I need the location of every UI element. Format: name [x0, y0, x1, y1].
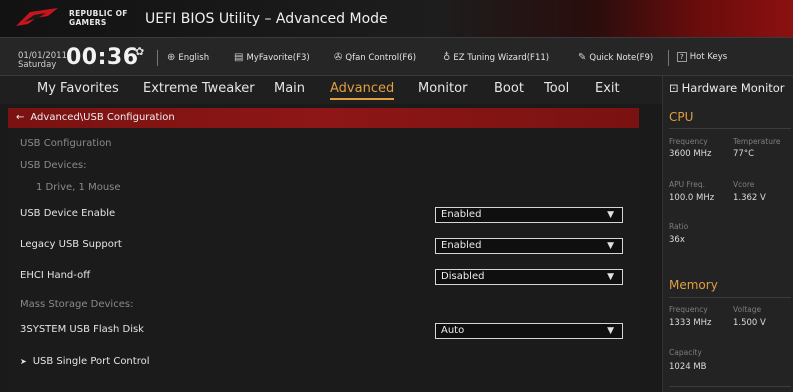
vcore-value: 1.362 V [733, 193, 766, 203]
cpu-temperature-label: Temperature [733, 137, 781, 146]
tab-boot[interactable]: Boot [494, 81, 524, 96]
memory-voltage-value: 1.500 V [733, 318, 766, 328]
memory-heading: Memory [669, 278, 718, 292]
cpu-heading: CPU [669, 110, 694, 124]
flash-disk-select[interactable]: Auto ▼ [435, 323, 623, 339]
ez-tuning-label: EZ Tuning Wizard(F11) [453, 53, 550, 63]
cpu-frequency-label: Frequency [669, 137, 708, 146]
myfavorite-button[interactable]: ▤ MyFavorite(F3) [234, 52, 310, 63]
language-button[interactable]: ⊕ English [167, 52, 209, 63]
dropdown-arrow-icon: ▼ [607, 272, 614, 282]
myfavorite-label: MyFavorite(F3) [246, 53, 310, 63]
dropdown-arrow-icon: ▼ [607, 210, 614, 220]
language-label: English [178, 53, 210, 63]
section-divider [669, 386, 791, 387]
qfan-control-button[interactable]: ✇ Qfan Control(F6) [334, 52, 416, 63]
usb-device-enable-value: Enabled [441, 209, 482, 220]
legacy-usb-support-value: Enabled [441, 240, 482, 251]
flash-disk-value: Auto [441, 325, 465, 336]
usb-device-enable-label[interactable]: USB Device Enable [20, 208, 115, 219]
tab-tool[interactable]: Tool [544, 81, 569, 96]
memory-frequency-value: 1333 MHz [669, 318, 712, 328]
vcore-label: Vcore [733, 180, 755, 189]
nav-tabs: My Favorites Extreme Tweaker Main Advanc… [0, 76, 662, 104]
usb-single-port-control-label: USB Single Port Control [32, 356, 150, 367]
tab-main[interactable]: Main [274, 81, 305, 96]
toolbar-divider [157, 50, 158, 66]
gear-icon[interactable]: ✿ [135, 45, 144, 58]
fan-icon: ✇ [334, 52, 343, 63]
tab-monitor[interactable]: Monitor [418, 81, 467, 96]
date-display: 01/01/2011 Saturday [18, 52, 67, 70]
mass-storage-devices-label: Mass Storage Devices: [20, 299, 134, 310]
hardware-monitor-title: ⊡ Hardware Monitor [669, 81, 785, 95]
section-divider [669, 297, 791, 298]
section-heading-usb-configuration: USB Configuration [20, 138, 112, 149]
rog-logo-icon [16, 8, 58, 26]
ratio-label: Ratio [669, 222, 689, 231]
cpu-frequency-value: 3600 MHz [669, 149, 712, 159]
tab-exit[interactable]: Exit [595, 81, 620, 96]
bulb-icon: ♁ [443, 52, 451, 63]
globe-icon: ⊕ [167, 52, 176, 63]
chevron-right-icon: ➤ [20, 357, 27, 366]
toolbar-divider [668, 50, 669, 66]
brand-line-1: REPUBLIC OF [69, 9, 128, 18]
memory-capacity-label: Capacity [669, 348, 702, 357]
memory-voltage-label: Voltage [733, 305, 762, 314]
breadcrumb[interactable]: ← Advanced\USB Configuration [8, 108, 639, 128]
dropdown-arrow-icon: ▼ [607, 241, 614, 251]
qfan-label: Qfan Control(F6) [345, 53, 417, 63]
memory-capacity-value: 1024 MB [669, 362, 707, 372]
back-arrow-icon[interactable]: ← [16, 112, 24, 123]
help-icon: ? [677, 52, 687, 62]
usb-devices-summary: 1 Drive, 1 Mouse [36, 182, 121, 193]
brand-text: REPUBLIC OF GAMERS [69, 9, 128, 27]
hot-keys-button[interactable]: ? Hot Keys [677, 52, 727, 62]
title-bar: REPUBLIC OF GAMERS UEFI BIOS Utility – A… [0, 0, 793, 38]
settings-panel: USB Configuration USB Devices: 1 Drive, … [8, 128, 639, 392]
ez-tuning-button[interactable]: ♁ EZ Tuning Wizard(F11) [443, 52, 549, 63]
quick-note-label: Quick Note(F9) [589, 53, 654, 63]
clock-time[interactable]: 00:36 [66, 45, 139, 70]
ehci-handoff-label[interactable]: EHCI Hand-off [20, 270, 90, 281]
legacy-usb-support-select[interactable]: Enabled ▼ [435, 238, 623, 254]
brand-line-2: GAMERS [69, 18, 107, 27]
rog-logo: REPUBLIC OF GAMERS [14, 4, 164, 34]
monitor-icon: ⊡ [669, 81, 679, 95]
note-icon: ✎ [578, 52, 587, 63]
hardware-monitor-panel: ⊡ Hardware Monitor CPU Frequency Temperat… [662, 76, 793, 392]
apu-freq-label: APU Freq. [669, 180, 705, 189]
hot-keys-label: Hot Keys [689, 52, 728, 62]
section-divider [669, 128, 791, 129]
toolbar: 01/01/2011 Saturday 00:36 ✿ ⊕ English ▤ My… [0, 38, 793, 76]
app-title: UEFI BIOS Utility – Advanced Mode [145, 11, 388, 27]
usb-device-enable-select[interactable]: Enabled ▼ [435, 207, 623, 223]
flash-disk-label[interactable]: 3SYSTEM USB Flash Disk [20, 324, 144, 335]
tab-extreme-tweaker[interactable]: Extreme Tweaker [143, 81, 255, 96]
breadcrumb-path: Advanced\USB Configuration [30, 112, 175, 123]
ehci-handoff-value: Disabled [441, 271, 485, 282]
tab-my-favorites[interactable]: My Favorites [37, 81, 119, 96]
apu-freq-value: 100.0 MHz [669, 193, 715, 203]
cpu-temperature-value: 77°C [733, 149, 755, 159]
day-text: Saturday [18, 60, 57, 70]
ehci-handoff-select[interactable]: Disabled ▼ [435, 269, 623, 285]
tab-advanced[interactable]: Advanced [330, 81, 395, 100]
usb-single-port-control-item[interactable]: ➤ USB Single Port Control [20, 356, 149, 367]
legacy-usb-support-label[interactable]: Legacy USB Support [20, 239, 122, 250]
ratio-value: 36x [669, 235, 685, 245]
dropdown-arrow-icon: ▼ [607, 326, 614, 336]
quick-note-button[interactable]: ✎ Quick Note(F9) [578, 52, 653, 63]
memory-frequency-label: Frequency [669, 305, 708, 314]
favorite-icon: ▤ [234, 52, 244, 63]
usb-devices-label: USB Devices: [20, 160, 87, 171]
hardware-monitor-label: Hardware Monitor [681, 81, 785, 95]
